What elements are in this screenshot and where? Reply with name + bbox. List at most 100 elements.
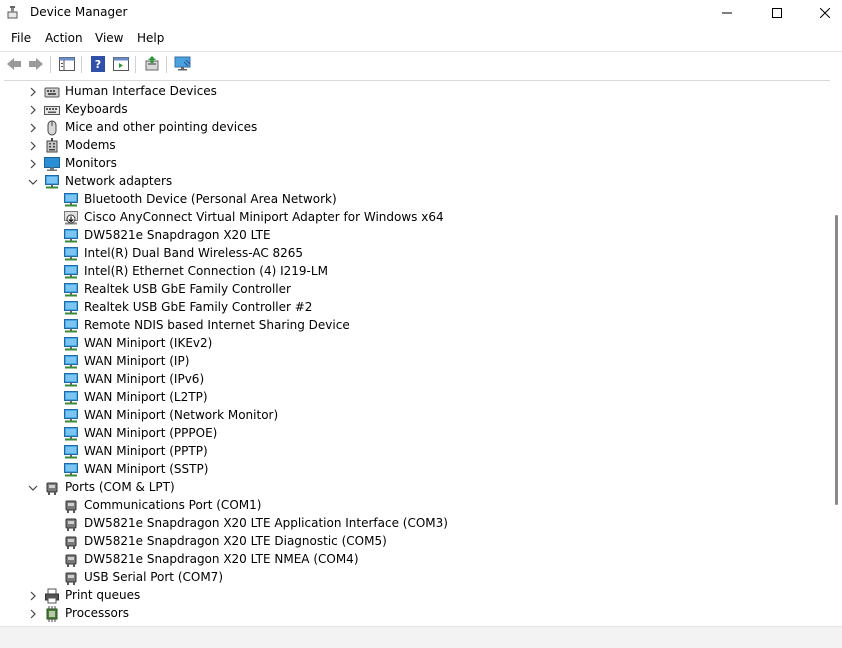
chevron-right-icon[interactable]: [27, 590, 39, 602]
tree-device-row[interactable]: USB Serial Port (COM7): [4, 569, 830, 587]
tree-item-label: Communications Port (COM1): [84, 498, 262, 512]
tree-category-row[interactable]: Processors: [4, 605, 830, 623]
tree-category-row[interactable]: Ports (COM & LPT): [4, 479, 830, 497]
tree-item-label: WAN Miniport (IP): [84, 354, 190, 368]
tree-device-row[interactable]: Intel(R) Ethernet Connection (4) I219-LM: [4, 263, 830, 281]
tree-item-label: Network adapters: [65, 174, 173, 188]
tree-item-label: Mice and other pointing devices: [65, 120, 258, 134]
menu-help[interactable]: Help: [137, 31, 164, 45]
device-tree[interactable]: Human Interface Devices Keyboards Mice and…: [4, 80, 830, 627]
chevron-down-icon[interactable]: [27, 176, 39, 188]
tree-device-row[interactable]: WAN Miniport (Network Monitor): [4, 407, 830, 425]
tree-device-row[interactable]: WAN Miniport (IKEv2): [4, 335, 830, 353]
network-adapter-icon: [63, 354, 79, 370]
tree-device-row[interactable]: DW5821e Snapdragon X20 LTE NMEA (COM4): [4, 551, 830, 569]
port-icon: [63, 534, 79, 550]
tree-device-row[interactable]: Bluetooth Device (Personal Area Network): [4, 191, 830, 209]
tree-category-row[interactable]: Print queues: [4, 587, 830, 605]
processor-icon: [44, 606, 60, 622]
tree-device-row[interactable]: Communications Port (COM1): [4, 497, 830, 515]
tree-item-label: Realtek USB GbE Family Controller #2: [84, 300, 313, 314]
tree-device-row[interactable]: Cisco AnyConnect Virtual Miniport Adapte…: [4, 209, 830, 227]
maximize-button[interactable]: [754, 0, 800, 26]
forward-icon[interactable]: [27, 55, 45, 73]
tree-item-label: Modems: [65, 138, 116, 152]
tree-device-row[interactable]: WAN Miniport (L2TP): [4, 389, 830, 407]
window-title: Device Manager: [30, 5, 128, 19]
scrollbar-thumb[interactable]: [835, 215, 838, 505]
tree-category-row[interactable]: Keyboards: [4, 101, 830, 119]
svg-text:?: ?: [95, 58, 101, 71]
port-icon: [63, 498, 79, 514]
tree-category-row[interactable]: Modems: [4, 137, 830, 155]
tree-device-row[interactable]: WAN Miniport (IP): [4, 353, 830, 371]
tree-device-row[interactable]: Realtek USB GbE Family Controller: [4, 281, 830, 299]
properties-icon[interactable]: [112, 55, 130, 73]
toolbar-separator: [81, 56, 82, 73]
chevron-right-icon[interactable]: [27, 104, 39, 116]
tree-device-row[interactable]: WAN Miniport (PPPOE): [4, 425, 830, 443]
menu-view[interactable]: View: [95, 31, 123, 45]
tree-device-row[interactable]: Intel(R) Dual Band Wireless-AC 8265: [4, 245, 830, 263]
network-adapter-icon: [63, 426, 79, 442]
port-icon: [63, 552, 79, 568]
tree-item-label: WAN Miniport (PPTP): [84, 444, 208, 458]
menu-file[interactable]: File: [11, 31, 31, 45]
network-adapter-icon: [63, 372, 79, 388]
monitor-icon: [44, 156, 60, 172]
mouse-icon: [44, 120, 60, 136]
tree-device-row[interactable]: Realtek USB GbE Family Controller #2: [4, 299, 830, 317]
tree-item-label: DW5821e Snapdragon X20 LTE: [84, 228, 271, 242]
tree-item-label: Intel(R) Dual Band Wireless-AC 8265: [84, 246, 304, 260]
tree-device-row[interactable]: WAN Miniport (SSTP): [4, 461, 830, 479]
toolbar-separator: [50, 56, 51, 73]
tree-item-label: Print queues: [65, 588, 141, 602]
tree-device-row[interactable]: WAN Miniport (PPTP): [4, 443, 830, 461]
tree-category-row[interactable]: Human Interface Devices: [4, 83, 830, 101]
tree-device-row[interactable]: DW5821e Snapdragon X20 LTE Application I…: [4, 515, 830, 533]
network-adapter-icon: [63, 300, 79, 316]
tree-category-row[interactable]: Network adapters: [4, 173, 830, 191]
network-adapter-icon: [63, 318, 79, 334]
tree-item-label: WAN Miniport (SSTP): [84, 462, 209, 476]
tree-device-row[interactable]: DW5821e Snapdragon X20 LTE Diagnostic (C…: [4, 533, 830, 551]
tree-item-label: Ports (COM & LPT): [65, 480, 175, 494]
port-icon: [63, 570, 79, 586]
help-icon[interactable]: ?: [89, 55, 107, 73]
menu-action[interactable]: Action: [45, 31, 83, 45]
chevron-right-icon[interactable]: [27, 122, 39, 134]
minimize-button[interactable]: [704, 0, 750, 26]
network-adapter-icon: [63, 462, 79, 478]
chevron-right-icon[interactable]: [27, 608, 39, 620]
tree-item-label: Realtek USB GbE Family Controller: [84, 282, 291, 296]
tree-item-label: Remote NDIS based Internet Sharing Devic…: [84, 318, 350, 332]
tree-category-row[interactable]: Mice and other pointing devices: [4, 119, 830, 137]
show-hide-console-tree-icon[interactable]: [58, 55, 76, 73]
tree-item-label: Monitors: [65, 156, 117, 170]
back-icon[interactable]: [5, 55, 23, 73]
chevron-right-icon[interactable]: [27, 86, 39, 98]
tree-device-row[interactable]: DW5821e Snapdragon X20 LTE: [4, 227, 830, 245]
scan-hardware-icon[interactable]: [174, 55, 192, 73]
port-icon: [63, 516, 79, 532]
keyboard-icon: [44, 102, 60, 118]
tree-device-row[interactable]: WAN Miniport (IPv6): [4, 371, 830, 389]
update-driver-icon[interactable]: [143, 55, 161, 73]
status-bar: [0, 626, 842, 648]
tree-item-label: Cisco AnyConnect Virtual Miniport Adapte…: [84, 210, 444, 224]
tree-device-row[interactable]: Remote NDIS based Internet Sharing Devic…: [4, 317, 830, 335]
network-adapter-icon: [63, 444, 79, 460]
title-bar: Device Manager: [0, 0, 842, 26]
tree-category-row[interactable]: Monitors: [4, 155, 830, 173]
vertical-scrollbar[interactable]: [830, 80, 842, 626]
toolbar: ?: [0, 51, 842, 77]
chevron-right-icon[interactable]: [27, 140, 39, 152]
chevron-down-icon[interactable]: [27, 482, 39, 494]
close-button[interactable]: [802, 0, 842, 26]
device-manager-app-icon: [7, 5, 21, 19]
chevron-right-icon[interactable]: [27, 158, 39, 170]
tree-item-label: Keyboards: [65, 102, 128, 116]
tree-item-label: Intel(R) Ethernet Connection (4) I219-LM: [84, 264, 328, 278]
network-adapter-icon: [63, 192, 79, 208]
tree-item-label: WAN Miniport (IPv6): [84, 372, 205, 386]
